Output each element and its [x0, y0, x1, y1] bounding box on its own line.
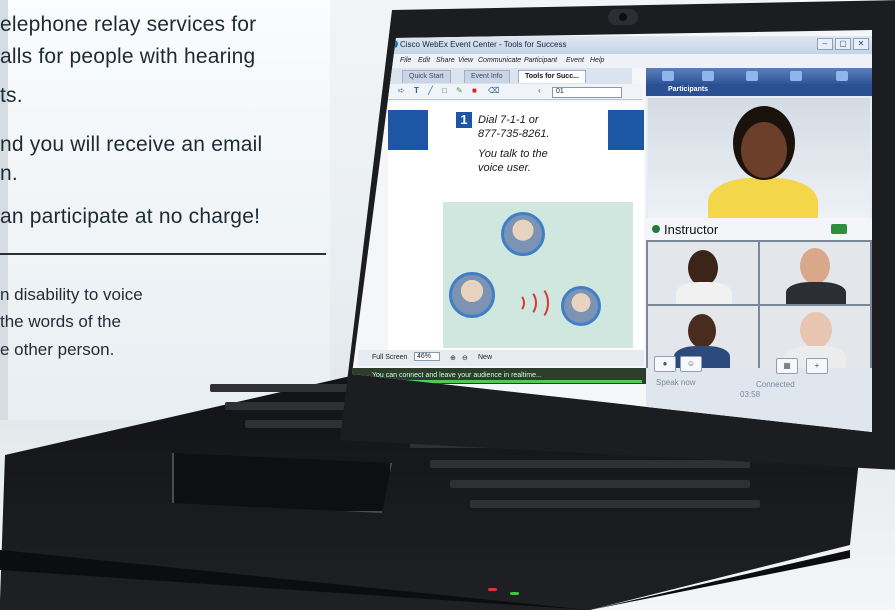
color-icon[interactable]: ■ — [472, 86, 477, 95]
participants-tab-icon[interactable] — [662, 71, 674, 81]
participant-video-1[interactable] — [648, 242, 758, 304]
shared-document: 1 Dial 7-1-1 or 877-735-8261. You talk t… — [388, 102, 644, 350]
zoom-in-icon[interactable]: ⊕ — [450, 354, 456, 362]
tab-quick-start[interactable]: Quick Start — [402, 70, 451, 83]
presenter-body — [708, 178, 818, 218]
participant-options-button[interactable]: ☺ — [680, 356, 702, 372]
session-timer: 03:58 — [740, 390, 761, 399]
instruction-line-3: You talk to the — [478, 148, 548, 160]
copy-line-4: nd you will receive an email — [0, 133, 263, 156]
operator-avatar — [501, 212, 545, 256]
prev-page-icon[interactable]: ‹ — [538, 86, 541, 95]
notes-tab-icon[interactable] — [746, 71, 758, 81]
instruction-line-1: Dial 7-1-1 or — [478, 114, 539, 126]
menu-communicate[interactable]: Communicate — [478, 57, 521, 64]
highlighter-icon[interactable]: ✎ — [456, 86, 463, 95]
instructor-status-icon — [652, 225, 660, 233]
instructor-bar: Instructor — [646, 218, 872, 240]
right-panel: Participants Instructor — [646, 68, 872, 368]
participants-label: Participants — [668, 86, 709, 93]
qa-tab-icon[interactable] — [790, 71, 802, 81]
instruction-card: 1 Dial 7-1-1 or 877-735-8261. You talk t… — [428, 102, 608, 202]
key-row — [430, 460, 750, 468]
participant-head — [800, 248, 830, 284]
tab-event-info[interactable]: Event Info — [464, 70, 510, 83]
webcam — [608, 9, 638, 25]
copy-line-3: ts. — [0, 84, 23, 107]
presenter-face — [741, 122, 787, 178]
deaf-user-avatar — [449, 272, 495, 318]
menu-event[interactable]: Event — [566, 57, 584, 64]
zoom-out-icon[interactable]: ⊖ — [462, 354, 468, 362]
text-icon[interactable]: T — [414, 86, 419, 95]
menu-file[interactable]: File — [400, 57, 411, 64]
line-icon[interactable]: ╱ — [428, 86, 433, 95]
status-message: You can connect and leave your audience … — [372, 372, 542, 379]
video-camera-icon[interactable] — [831, 224, 847, 234]
menu-edit[interactable]: Edit — [418, 57, 430, 64]
connection-status: Connected — [756, 380, 795, 389]
tab-tools-for-success[interactable]: Tools for Succ... — [518, 70, 586, 83]
step-number: 1 — [456, 112, 472, 128]
key-row — [450, 480, 750, 488]
copy-small-1: n disability to voice — [0, 285, 143, 304]
participant-head — [800, 312, 832, 348]
menu-share[interactable]: Share — [436, 57, 455, 64]
rectangle-icon[interactable]: □ — [442, 86, 447, 95]
mute-button[interactable]: ● — [654, 356, 676, 372]
copy-small-2: the words of the — [0, 312, 121, 331]
participants-header[interactable]: Participants — [646, 84, 872, 96]
panel-tab-bar — [646, 68, 872, 84]
layout-button[interactable]: ▦ — [776, 358, 798, 374]
window-title: Cisco WebEx Event Center - Tools for Suc… — [400, 40, 567, 49]
page-value: 01 — [556, 88, 564, 95]
copy-line-6: an participate at no charge! — [0, 205, 261, 228]
close-button[interactable]: ✕ — [853, 38, 869, 50]
participant-video-2[interactable] — [760, 242, 870, 304]
instructor-label: Instructor — [664, 222, 719, 237]
relay-illustration — [443, 202, 633, 348]
active-speaker-video — [648, 98, 870, 218]
menu-bar: File Edit Share View Communicate Partici… — [352, 54, 872, 68]
chat-tab-icon[interactable] — [702, 71, 714, 81]
new-button[interactable]: New — [478, 354, 492, 361]
document-controls: Full Screen 46% ⊕ ⊖ New — [358, 350, 644, 366]
power-led — [488, 588, 497, 591]
participant-video-grid — [646, 240, 872, 368]
add-participant-button[interactable]: + — [806, 358, 828, 374]
presenter — [708, 106, 818, 218]
menu-participant[interactable]: Participant — [524, 57, 557, 64]
participant-head — [688, 250, 718, 286]
tab-bar: Quick Start Event Info Tools for Succ... — [352, 68, 632, 84]
participant-head — [688, 314, 716, 348]
pointer-icon[interactable]: ➪ — [398, 86, 405, 95]
copy-line-1: elephone relay services for — [0, 13, 257, 36]
instruction-line-4: voice user. — [478, 162, 531, 174]
divider — [0, 253, 326, 255]
title-bar: Cisco WebEx Event Center - Tools for Suc… — [352, 36, 872, 54]
eraser-icon[interactable]: ⌫ — [488, 86, 499, 95]
zoom-select[interactable]: 46% — [414, 352, 441, 361]
key-row — [470, 500, 760, 508]
copy-small-3: e other person. — [0, 340, 115, 359]
participant-body — [676, 282, 732, 304]
instruction-line-2: 877-735-8261. — [478, 128, 550, 140]
minimize-button[interactable]: – — [817, 38, 833, 50]
sound-wave-icon — [527, 286, 549, 320]
status-led — [510, 592, 519, 595]
polling-tab-icon[interactable] — [836, 71, 848, 81]
copy-line-2: alls for people with hearing — [0, 45, 256, 68]
full-screen-button[interactable]: Full Screen — [372, 354, 407, 361]
page-select[interactable]: 01 — [552, 87, 622, 98]
speak-now-label: Speak now — [656, 378, 696, 387]
maximize-button[interactable]: ▢ — [835, 38, 851, 50]
copy-line-5: n. — [0, 162, 18, 185]
participant-body — [786, 282, 846, 304]
laptop-screen: Cisco WebEx Event Center - Tools for Suc… — [352, 30, 872, 432]
menu-view[interactable]: View — [458, 57, 473, 64]
voice-user-avatar — [561, 286, 601, 326]
menu-help[interactable]: Help — [590, 57, 604, 64]
